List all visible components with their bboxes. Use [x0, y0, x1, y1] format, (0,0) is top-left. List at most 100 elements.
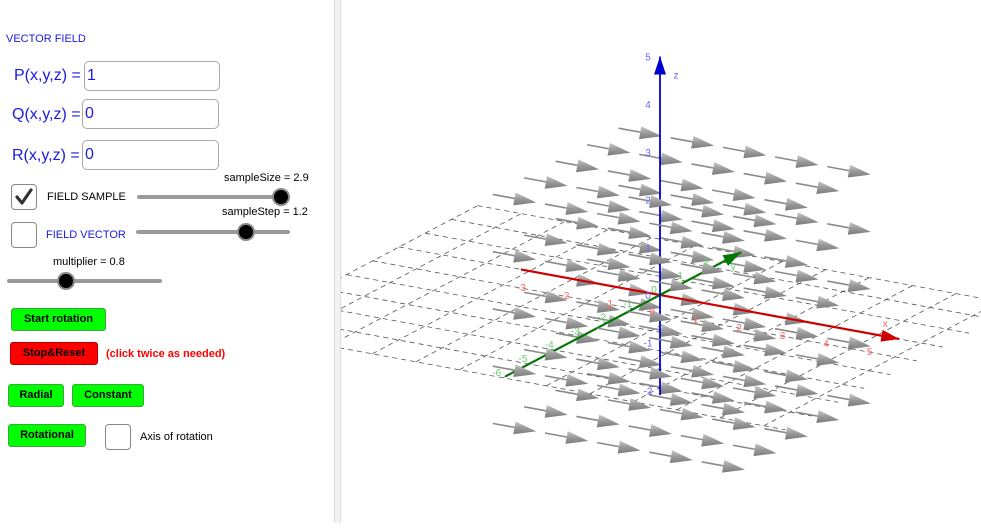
arrow-shaft [764, 256, 787, 262]
arrow-shaft [576, 186, 599, 193]
sample-size-slider[interactable] [137, 188, 290, 206]
arrow-shaft [774, 327, 797, 334]
arrow-shaft [659, 236, 682, 243]
3d-scene[interactable]: -3 -2 -1 0 1 2 3 4 5 -6 -5 -4 -3 -2 -1 0 1 2 5 4 3 2 1 0 -1 -2 x y z [241, 0, 981, 523]
sample-step-knob[interactable] [237, 223, 255, 241]
arrow-shaft [701, 461, 724, 467]
arrow-cone-icon [722, 230, 746, 244]
field-arrow [544, 202, 589, 215]
arrow-shaft [596, 384, 620, 391]
arrow-cone-icon [638, 183, 662, 197]
field-arrow [743, 228, 788, 242]
arrow-shaft [712, 189, 735, 195]
arrow-cone-icon [847, 279, 871, 292]
arrow-cone-icon [565, 202, 589, 215]
x-tick-label: -1 [604, 299, 613, 310]
field-arrow [492, 421, 537, 435]
arrow-cone-icon [544, 404, 568, 418]
arrow-cone-icon [784, 369, 808, 383]
field-arrow [649, 335, 693, 349]
graphics-3d-view[interactable]: -3 -2 -1 0 1 2 3 4 5 -6 -5 -4 -3 -2 -1 0 1 2 5 4 3 2 1 0 -1 -2 x y z [241, 0, 981, 523]
arrow-cone-icon [743, 374, 767, 388]
arrow-shaft [712, 246, 735, 253]
q-input[interactable] [82, 99, 219, 129]
multiplier-knob[interactable] [57, 272, 75, 290]
multiplier-slider[interactable] [7, 272, 162, 290]
arrow-cone-icon [617, 211, 641, 225]
axis-of-rotation-checkbox[interactable] [105, 424, 131, 450]
start-rotation-button[interactable]: Start rotation [11, 308, 106, 331]
arrow-shaft [795, 411, 818, 417]
field-arrow [827, 164, 871, 178]
field-arrow [827, 336, 871, 350]
field-arrow [764, 197, 808, 211]
sample-step-slider[interactable] [136, 223, 290, 241]
x-axis-name: x [883, 319, 888, 330]
arrow-shaft [670, 194, 693, 200]
panel-divider[interactable] [334, 0, 341, 523]
constant-button[interactable]: Constant [72, 384, 144, 407]
arrow-cone-icon [659, 381, 683, 395]
field-arrow [732, 214, 777, 228]
field-arrow [680, 376, 725, 390]
field-arrow [722, 374, 767, 388]
arrow-shaft [492, 308, 515, 314]
arrow-cone-icon [753, 271, 777, 285]
arrow-shaft [670, 308, 693, 315]
z-axis-name: z [674, 71, 679, 82]
arrow-shaft [732, 444, 755, 451]
field-arrow [618, 126, 662, 140]
arrow-shaft [586, 372, 609, 379]
arrow-cone-icon [816, 352, 840, 366]
arrow-shaft [628, 425, 651, 431]
field-arrow [596, 326, 641, 340]
field-arrow [576, 185, 620, 199]
arrow-cone-icon [669, 335, 693, 349]
r-input[interactable] [82, 140, 219, 170]
arrow-shaft [701, 232, 724, 238]
arrow-shaft [618, 127, 641, 133]
field-sample-checkbox[interactable] [11, 184, 37, 210]
arrow-cone-icon [596, 414, 620, 428]
arrow-cone-icon [659, 209, 683, 223]
arrow-cone-icon [722, 288, 746, 301]
field-arrow [524, 175, 568, 189]
y-tick-label: -1 [623, 299, 632, 310]
z-tick-label: 1 [645, 243, 651, 254]
arrow-shaft [576, 243, 599, 250]
x-tick-label: 0 [649, 307, 655, 318]
x-tick-label: -3 [517, 283, 526, 294]
arrow-shaft [795, 239, 818, 246]
field-arrow [596, 440, 641, 454]
arrow-cone-icon [544, 233, 568, 247]
arrow-cone-icon [669, 221, 693, 235]
field-arrow [649, 221, 693, 235]
arrow-shaft [544, 203, 567, 209]
arrow-shaft [691, 277, 714, 284]
field-arrow [701, 288, 746, 301]
arrow-shaft [827, 337, 850, 344]
arrow-cone-icon [596, 242, 620, 256]
p-input[interactable] [84, 61, 220, 91]
x-tick-label: 2 [736, 323, 742, 334]
field-arrow [670, 193, 715, 206]
field-arrow [586, 371, 631, 385]
arrow-shaft [732, 272, 755, 279]
arrow-shaft [774, 270, 797, 277]
arrow-shaft [628, 368, 651, 374]
arrow-shaft [596, 327, 620, 333]
control-panel: VECTOR FIELD P(x,y,z) = Q(x,y,z) = R(x,y… [0, 0, 334, 523]
arrow-cone-icon [743, 259, 767, 273]
radial-button[interactable]: Radial [8, 384, 64, 407]
field-arrow [544, 431, 589, 444]
arrow-shaft [743, 401, 766, 408]
arrow-cone-icon [617, 383, 641, 397]
field-arrow [524, 404, 568, 418]
rotational-button[interactable]: Rotational [8, 424, 86, 447]
sample-size-knob[interactable] [272, 188, 290, 206]
r-label: R(x,y,z) = [12, 147, 80, 164]
stop-reset-button[interactable]: Stop&Reset [10, 342, 98, 365]
field-arrow [795, 295, 840, 309]
field-vector-checkbox[interactable] [11, 222, 37, 248]
arrow-shaft [827, 280, 850, 286]
